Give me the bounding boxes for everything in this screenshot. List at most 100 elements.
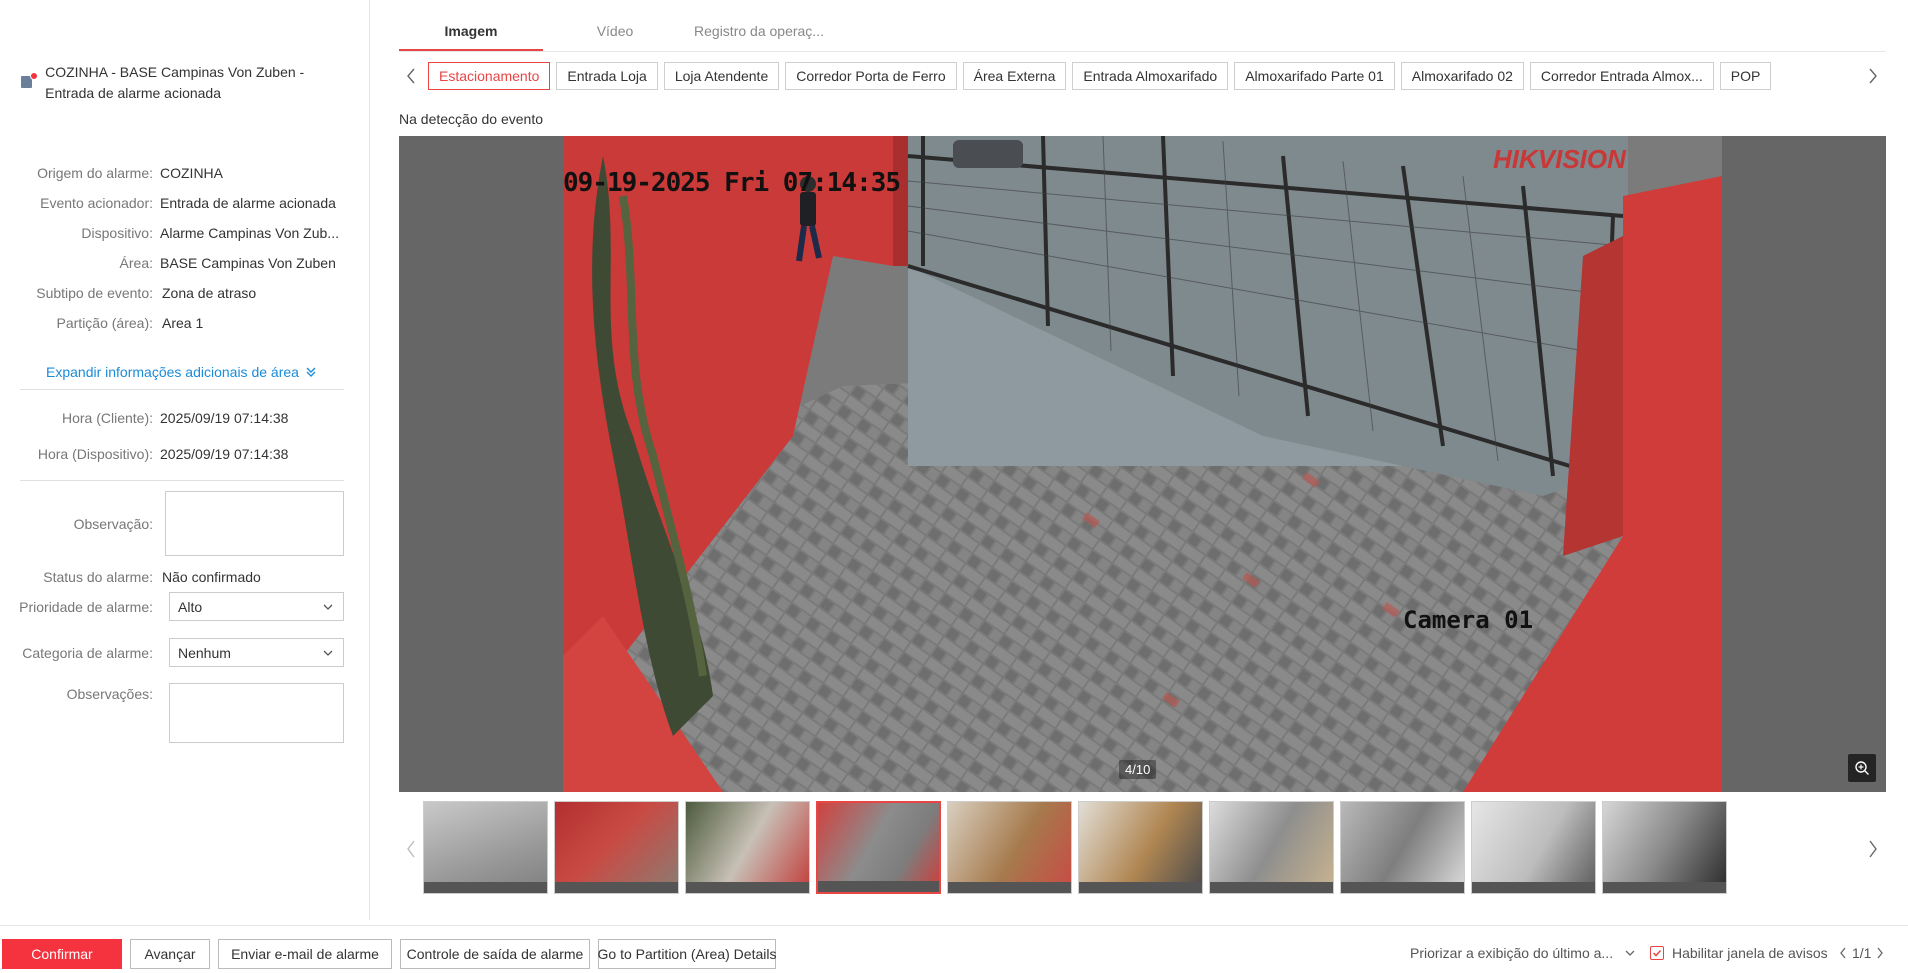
footer-divider — [0, 925, 1908, 926]
priority-label: Prioridade de alarme: — [19, 599, 153, 615]
detail-row-area: Área: BASE Campinas Von Zuben — [0, 253, 360, 273]
detail-value: Alarme Campinas Von Zub... — [160, 225, 339, 241]
detail-value: Area 1 — [162, 315, 204, 331]
time-row-device: Hora (Dispositivo): 2025/09/19 07:14:38 — [0, 444, 360, 464]
detail-row-origin: Origem do alarme: COZINHA — [0, 163, 360, 183]
observation-input[interactable] — [165, 491, 344, 556]
time-label: Hora (Cliente): — [61, 410, 153, 426]
divider — [20, 389, 344, 390]
thumbnail[interactable] — [554, 801, 679, 894]
chevron-down-icon — [323, 604, 333, 610]
page-next-icon[interactable] — [1875, 946, 1885, 960]
osd-brand-watermark: HIKVISION — [1493, 144, 1626, 174]
observation-label: Observação: — [73, 516, 153, 532]
detail-label: Evento acionador: — [40, 195, 153, 211]
tab-video[interactable]: Vídeo — [543, 20, 687, 52]
partition-details-button[interactable]: Go to Partition (Area) Details — [598, 939, 776, 969]
camera-chip[interactable]: Almoxarifado Parte 01 — [1234, 62, 1395, 90]
thumbnail[interactable] — [423, 801, 548, 894]
enable-alert-window-toggle[interactable]: Habilitar janela de avisos — [1650, 945, 1828, 961]
category-label: Categoria de alarme: — [22, 645, 153, 661]
camera-chip[interactable]: Entrada Loja — [556, 62, 658, 90]
event-label: Na detecção do evento — [399, 111, 543, 127]
time-value: 2025/09/19 07:14:38 — [160, 446, 289, 462]
thumbnail[interactable] — [947, 801, 1072, 894]
detail-label: Área: — [119, 255, 153, 271]
alarm-output-control-button[interactable]: Controle de saída de alarme — [400, 939, 590, 969]
status-label: Status do alarme: — [43, 569, 153, 585]
chevron-left-icon[interactable] — [404, 66, 418, 86]
status-value: Não confirmado — [162, 569, 261, 585]
alarm-header: COZINHA - BASE Campinas Von Zuben - Entr… — [20, 62, 350, 104]
expand-link-label: Expandir informações adicionais de área — [46, 364, 299, 380]
camera-snapshot: 09-19-2025 Fri 07:14:35 Camera 01 HIKVIS… — [563, 136, 1722, 792]
alarm-device-icon — [20, 72, 38, 88]
pagination: 1/1 — [1838, 945, 1885, 961]
time-row-client: Hora (Cliente): 2025/09/19 07:14:38 — [0, 408, 360, 428]
tab-image[interactable]: Imagem — [399, 20, 543, 52]
detail-value: Zona de atraso — [162, 285, 257, 301]
media-tabs: Imagem Vídeo Registro da operaç... — [399, 20, 831, 52]
zoom-in-icon — [1855, 761, 1869, 775]
camera-chip[interactable]: Área Externa — [962, 62, 1067, 90]
checkbox-checked-icon[interactable] — [1650, 946, 1664, 960]
camera-chip[interactable]: Almoxarifado 02 — [1400, 62, 1524, 90]
camera-chip[interactable]: Corredor Porta de Ferro — [785, 62, 957, 90]
chevron-down-icon — [1625, 950, 1635, 956]
thumbnail[interactable] — [1340, 801, 1465, 894]
camera-chip[interactable]: Estacionamento — [428, 62, 551, 90]
thumbnail[interactable] — [1209, 801, 1334, 894]
status-row: Status do alarme: Não confirmado — [0, 567, 360, 587]
priority-select[interactable]: Alto — [169, 592, 344, 621]
detail-label: Dispositivo: — [81, 225, 153, 241]
thumbnail[interactable] — [1078, 801, 1203, 894]
observations-label: Observações: — [66, 686, 153, 702]
alarm-details-panel: COZINHA - BASE Campinas Von Zuben - Entr… — [0, 0, 370, 920]
page-prev-icon[interactable] — [1838, 946, 1848, 960]
thumbnail[interactable] — [685, 801, 810, 894]
detail-row-device: Dispositivo: Alarme Campinas Von Zub... — [0, 223, 360, 243]
prioritize-label: Priorizar a exibição do último a... — [1410, 945, 1614, 961]
time-label: Hora (Dispositivo): — [37, 446, 153, 462]
prioritize-latest-dropdown[interactable]: Priorizar a exibição do último a... — [1410, 945, 1635, 961]
advance-button[interactable]: Avançar — [130, 939, 210, 969]
confirm-button[interactable]: Confirmar — [2, 939, 122, 969]
page-indicator: 1/1 — [1852, 945, 1872, 961]
image-viewer[interactable]: 09-19-2025 Fri 07:14:35 Camera 01 HIKVIS… — [399, 136, 1886, 792]
thumbnail-active[interactable] — [816, 801, 941, 894]
image-counter: 4/10 — [1119, 760, 1157, 779]
detail-row-partition: Partição (área): Area 1 — [0, 313, 360, 333]
detail-value: BASE Campinas Von Zuben — [160, 255, 336, 271]
priority-value: Alto — [178, 598, 203, 615]
tab-operation-log[interactable]: Registro da operaç... — [687, 20, 831, 52]
osd-camera-name: Camera 01 — [1403, 606, 1534, 634]
detail-value: COZINHA — [160, 165, 223, 181]
thumbnail-strip — [423, 801, 1733, 894]
snapshot-scene — [563, 136, 1722, 792]
detail-row-subtype: Subtipo de evento: Zona de atraso — [0, 283, 360, 303]
camera-chip[interactable]: Loja Atendente — [663, 62, 780, 90]
osd-timestamp: 09-19-2025 Fri 07:14:35 — [563, 168, 901, 198]
send-email-button[interactable]: Enviar e-mail de alarme — [218, 939, 392, 969]
camera-chip[interactable]: Entrada Almoxarifado — [1072, 62, 1229, 90]
thumbnail[interactable] — [1602, 801, 1727, 894]
detail-label: Partição (área): — [56, 315, 153, 331]
chevron-down-icon — [323, 650, 333, 656]
thumb-next-icon[interactable] — [1866, 838, 1880, 860]
detail-label: Subtipo de evento: — [36, 285, 153, 301]
thumbnail[interactable] — [1471, 801, 1596, 894]
category-select[interactable]: Nenhum — [169, 638, 344, 667]
detail-row-event: Evento acionador: Entrada de alarme acio… — [0, 193, 360, 213]
camera-chip[interactable]: POP — [1719, 62, 1772, 90]
camera-chip[interactable]: Corredor Entrada Almox... — [1529, 62, 1714, 90]
observations-input[interactable] — [169, 683, 344, 743]
enable-window-label: Habilitar janela de avisos — [1672, 945, 1828, 961]
detail-label: Origem do alarme: — [37, 165, 153, 181]
divider — [20, 480, 344, 481]
thumb-prev-icon[interactable] — [404, 838, 418, 860]
zoom-button[interactable] — [1848, 754, 1876, 782]
detail-value: Entrada de alarme acionada — [160, 195, 336, 211]
chevron-right-icon[interactable] — [1866, 66, 1880, 86]
expand-area-info-link[interactable]: Expandir informações adicionais de área — [46, 364, 317, 380]
time-value: 2025/09/19 07:14:38 — [160, 410, 289, 426]
